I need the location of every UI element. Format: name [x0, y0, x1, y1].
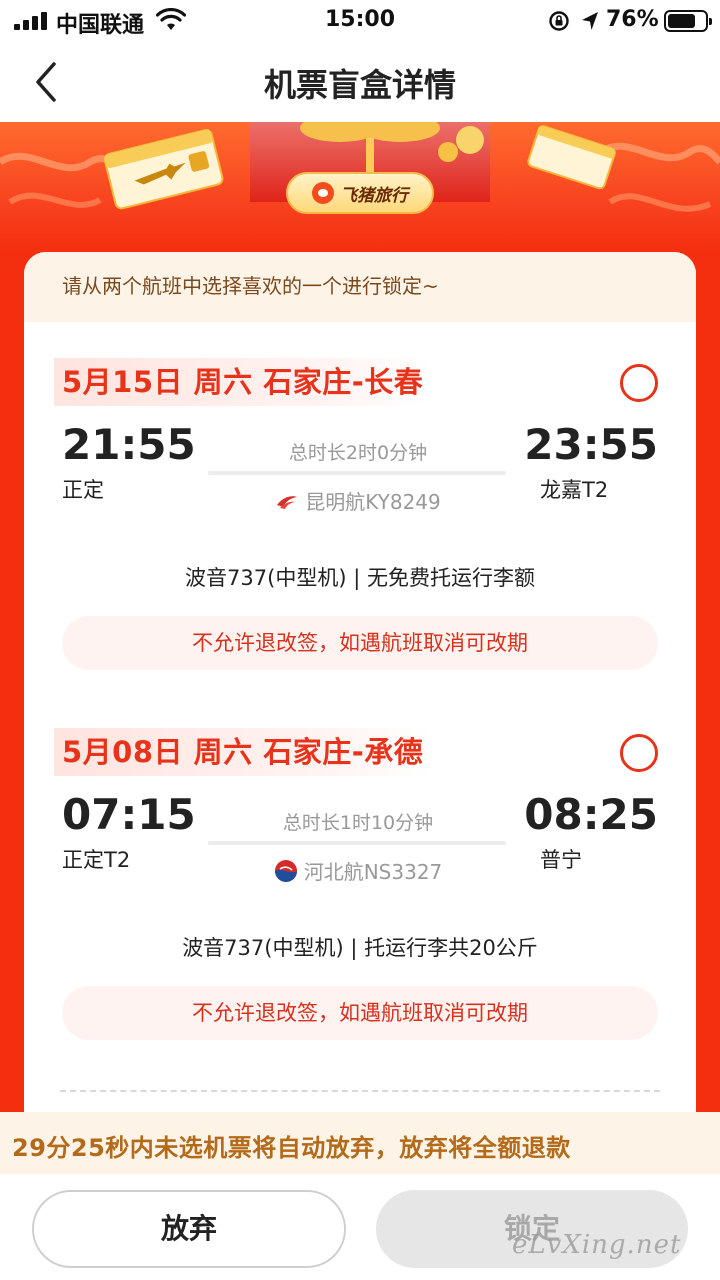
flight-option-2[interactable]: 5月08日 周六 石家庄-承德 07:15 正定T2 总时长1时10分钟 河北航…	[24, 728, 696, 1058]
flight-title-bg: 5月15日 周六 石家庄-长春	[54, 358, 434, 406]
aircraft-baggage-info: 波音737(中型机) | 托运行李共20公斤	[182, 936, 538, 960]
flight-title-bg: 5月08日 周六 石家庄-承德	[54, 728, 434, 776]
brand-badge: 飞猪旅行	[286, 172, 434, 214]
selection-hint: 请从两个航班中选择喜欢的一个进行锁定~	[24, 252, 696, 322]
arrival-time: 23:55	[524, 420, 658, 469]
brand-name: 飞猪旅行	[340, 185, 408, 206]
arrival-time: 08:25	[524, 790, 658, 839]
flight-selection-card: 请从两个航班中选择喜欢的一个进行锁定~ 5月15日 周六 石家庄-长春 21:5…	[24, 252, 696, 1112]
rotation-lock-icon	[549, 11, 569, 31]
flight-title: 5月15日 周六 石家庄-长春	[62, 365, 424, 399]
refund-policy: 不允许退改签，如遇航班取消可改期	[62, 986, 658, 1040]
page-title: 机票盲盒详情	[263, 66, 456, 104]
select-radio-button[interactable]	[620, 364, 658, 402]
airline-flight-number: 昆明航KY8249	[305, 490, 441, 514]
flight-option-1[interactable]: 5月15日 周六 石家庄-长春 21:55 正定 总时长2时0分钟 昆明航KY8…	[24, 358, 696, 688]
flight-title: 5月08日 周六 石家庄-承德	[62, 735, 424, 769]
aircraft-baggage-info: 波音737(中型机) | 无免费托运行李额	[185, 566, 535, 590]
watermark: eLvXing.net	[512, 1230, 682, 1260]
countdown-notice: 29分25秒内未选机票将自动放弃，放弃将全额退款	[0, 1112, 720, 1174]
promo-banner: 飞猪旅行	[0, 122, 720, 252]
battery-icon	[664, 10, 712, 32]
hebei-airlines-logo-icon	[274, 859, 297, 882]
departure-airport: 正定	[62, 478, 104, 502]
nav-bar: 机票盲盒详情	[0, 44, 720, 122]
flight-duration: 总时长2时0分钟	[288, 442, 428, 464]
flight-duration: 总时长1时10分钟	[282, 812, 434, 834]
battery-percent: 76%	[606, 7, 659, 32]
bottom-action-bar: 放弃 锁定	[0, 1174, 720, 1280]
route-line	[208, 471, 506, 475]
airline-flight-number: 河北航NS3327	[303, 860, 443, 884]
select-radio-button[interactable]	[620, 734, 658, 772]
give-up-button[interactable]: 放弃	[32, 1190, 346, 1268]
arrival-airport: 普宁	[540, 848, 582, 872]
departure-time: 21:55	[62, 420, 196, 469]
dashed-divider	[60, 1090, 660, 1092]
airline-info: 河北航NS3327	[208, 856, 508, 885]
kunming-airlines-logo-icon	[277, 495, 298, 509]
route-line	[208, 841, 506, 845]
refund-policy: 不允许退改签，如遇航班取消可改期	[62, 616, 658, 670]
status-bar: 中国联通 15:00 76%	[0, 0, 720, 44]
departure-airport: 正定T2	[62, 848, 131, 872]
arrival-airport: 龙嘉T2	[540, 478, 609, 502]
location-arrow-icon	[582, 12, 598, 30]
fliggy-logo-icon	[312, 182, 334, 204]
departure-time: 07:15	[62, 790, 196, 839]
airline-info: 昆明航KY8249	[208, 486, 508, 515]
